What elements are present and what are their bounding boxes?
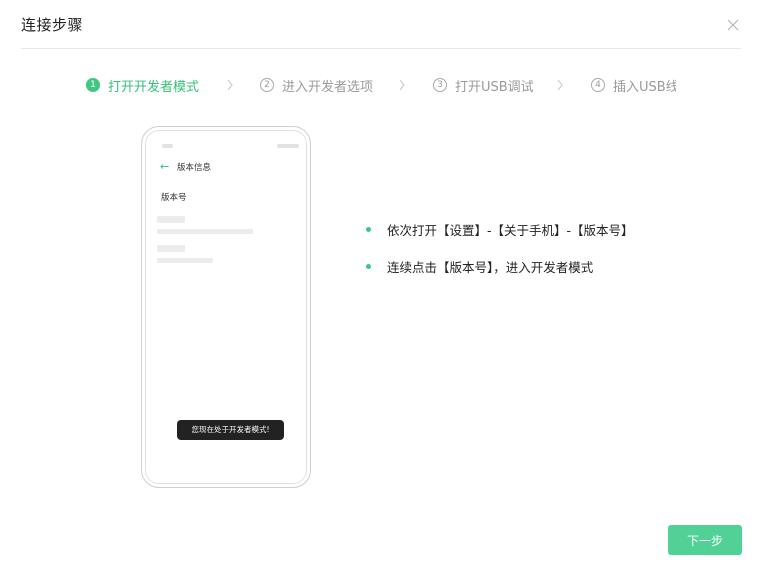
step-label: 插入USB线: [613, 79, 676, 95]
phone-speaker: [162, 144, 173, 148]
instruction-text: 依次打开【设置】-【关于手机】-【版本号】: [387, 223, 634, 238]
placeholder-line: [157, 216, 185, 223]
placeholder-line: [157, 245, 185, 252]
developer-mode-toast: 您现在处于开发者模式!: [177, 420, 284, 440]
close-icon[interactable]: [725, 17, 741, 33]
step-number-badge: 4: [591, 78, 605, 92]
step-number-badge: 3: [433, 78, 447, 92]
header-divider: [21, 48, 741, 49]
chevron-right-icon: [227, 79, 233, 91]
step-2: 2 进入开发者选项: [260, 75, 373, 95]
placeholder-line: [157, 229, 253, 234]
step-label: 打开USB调试: [455, 79, 534, 95]
version-number-label: 版本号: [161, 193, 187, 203]
step-number-badge: 2: [260, 78, 274, 92]
phone-screen: ← 版本信息 版本号 您现在处于开发者模式!: [145, 130, 307, 484]
phone-illustration: ← 版本信息 版本号 您现在处于开发者模式!: [141, 126, 311, 488]
placeholder-line: [157, 258, 213, 263]
next-step-button[interactable]: 下一步: [668, 525, 742, 555]
phone-camera: [277, 144, 299, 148]
bullet-dot: [366, 264, 371, 269]
step-label: 进入开发者选项: [282, 79, 374, 95]
dialog-title: 连接步骤: [21, 16, 84, 34]
arrow-left-icon: ←: [160, 160, 170, 173]
step-3: 3 打开USB调试: [433, 75, 534, 95]
step-label: 打开开发者模式: [108, 79, 200, 95]
step-1: 1 打开开发者模式: [86, 75, 199, 95]
phone-screen-title: 版本信息: [177, 163, 212, 173]
chevron-right-icon: [557, 79, 563, 91]
instruction-text: 连续点击【版本号】，进入开发者模式: [387, 260, 594, 275]
instruction-item: 连续点击【版本号】，进入开发者模式: [366, 257, 593, 276]
bullet-dot: [366, 227, 371, 232]
instruction-item: 依次打开【设置】-【关于手机】-【版本号】: [366, 220, 634, 239]
step-indicator: 1 打开开发者模式 2 进入开发者选项 3 打开USB调试 4 插入USB线: [86, 75, 676, 95]
step-number-badge: 1: [86, 78, 100, 92]
step-4: 4 插入USB线: [591, 75, 676, 95]
chevron-right-icon: [399, 79, 405, 91]
